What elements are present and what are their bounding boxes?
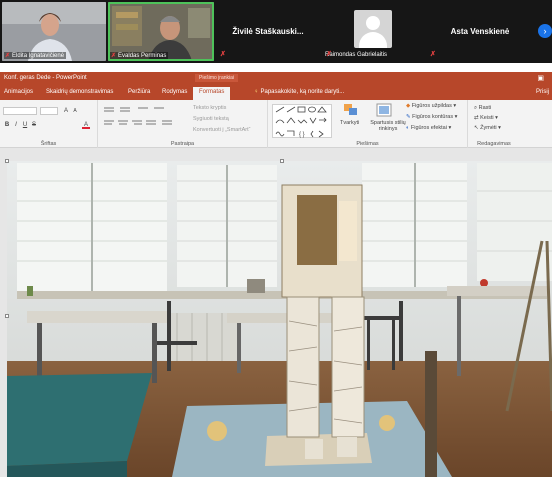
lightbulb-icon: ♀	[254, 89, 259, 95]
chevron-right-icon: ›	[543, 26, 547, 36]
slide-photo-classroom[interactable]	[7, 161, 552, 477]
shape-effects-button[interactable]: ◐ Figūros efektai ▾	[406, 125, 451, 131]
svg-text:{ }: { }	[299, 132, 305, 138]
participant-tile-2[interactable]: ✗ Evaldas Perminas	[108, 2, 214, 61]
participant-tile-5[interactable]: Asta Venskienė	[428, 2, 532, 61]
strikethrough-icon[interactable]: S	[30, 121, 38, 129]
tell-me-search[interactable]: ♀ Papasakokite, ką norite daryti...	[254, 89, 344, 95]
mic-muted-icon: ✗	[326, 51, 332, 58]
replace-button[interactable]: ⇄ Keisti ▾	[474, 115, 498, 121]
convert-smartart-button[interactable]: Konvertuoti į „SmartArt“	[193, 127, 250, 133]
tab-view[interactable]: Rodymas	[162, 89, 187, 95]
video-call-strip: ✗ Eldita Ignatavičienė ✗ Evaldas Perminas …	[0, 0, 552, 63]
ribbon-group-label: Šriftas	[40, 141, 57, 147]
find-button[interactable]: ⌕ Rasti	[474, 105, 491, 112]
ribbon-tabs: Animacijos Skaidrių demonstravimas Perži…	[0, 86, 552, 100]
pen-icon: ✎	[406, 114, 411, 120]
search-icon: ⌕	[474, 105, 478, 111]
mic-muted-icon: ✗	[5, 53, 11, 59]
list-buttons-icon[interactable]	[102, 105, 182, 137]
dropdown-icon: ▾	[454, 114, 458, 120]
italic-icon[interactable]: I	[12, 121, 20, 129]
font-size-field[interactable]	[40, 107, 58, 115]
tab-animations[interactable]: Animacijos	[4, 89, 33, 95]
underline-icon[interactable]: U	[21, 121, 29, 129]
font-grow-icon[interactable]: A	[62, 107, 70, 115]
mic-muted-icon: ✗	[220, 51, 226, 58]
user-avatar-icon	[354, 10, 392, 48]
ribbon-group-label: Piešimas	[356, 141, 379, 147]
shapes-gallery[interactable]: { }	[272, 104, 332, 138]
ribbon-group-label: Pastraipa	[170, 141, 195, 147]
paint-bucket-icon: ◆	[406, 103, 411, 109]
tab-slideshow[interactable]: Skaidrių demonstravimas	[46, 89, 113, 95]
effects-icon: ◐	[406, 125, 410, 131]
powerpoint-titlebar: Konf. geras Dede - PowerPoint Piešimo įr…	[0, 72, 552, 86]
quick-styles-icon[interactable]	[376, 103, 392, 117]
shape-outline-button[interactable]: ✎ Figūros kontūras ▾	[406, 114, 457, 120]
window-title: Konf. geras Dede - PowerPoint	[4, 75, 87, 81]
classroom-sculpture-image	[7, 161, 552, 477]
sign-in-link[interactable]: Prisij	[536, 89, 549, 95]
font-color-icon[interactable]: A	[82, 121, 90, 129]
mic-muted-icon: ✗	[430, 51, 436, 58]
slide-editing-area[interactable]	[0, 148, 552, 477]
ribbon-group-paragraph: Teksto kryptis Sygiuoti tekstą Konvertuo…	[98, 100, 268, 148]
tab-format[interactable]: Formatas	[193, 87, 231, 100]
cursor-icon: ↖	[474, 125, 479, 131]
dropdown-icon: ▾	[498, 125, 501, 131]
align-text-button[interactable]: Sygiuoti tekstą	[193, 116, 229, 122]
resize-handle-middle-left[interactable]	[5, 314, 9, 318]
participant-tile-3[interactable]: Živilė Staškauski...	[216, 2, 320, 61]
contextual-tab-header: Piešimo įrankiai	[195, 74, 239, 82]
restore-window-icon[interactable]: ▣	[537, 74, 544, 82]
participant-name-1: ✗ Eldita Ignatavičienė	[4, 52, 67, 59]
participant-name-2: ✗ Evaldas Perminas	[110, 52, 169, 59]
ribbon-body: A A B I U S A Šriftas Teksto kryptis Syg…	[0, 100, 552, 148]
replace-icon: ⇄	[474, 115, 479, 121]
participant-name-3: Živilė Staškauski...	[232, 27, 304, 36]
participant-tile-1[interactable]: ✗ Eldita Ignatavičienė	[2, 2, 106, 61]
next-participants-button[interactable]: ›	[538, 24, 552, 38]
dropdown-icon: ▾	[448, 125, 452, 131]
bold-icon[interactable]: B	[3, 121, 11, 129]
font-name-field[interactable]	[3, 107, 37, 115]
participant-name-5: Asta Venskienė	[450, 27, 510, 36]
arrange-icon[interactable]	[343, 103, 359, 117]
select-button[interactable]: ↖ Žymėti ▾	[474, 125, 501, 131]
mic-muted-icon: ✗	[111, 53, 117, 59]
text-direction-button[interactable]: Teksto kryptis	[193, 105, 226, 111]
tab-review[interactable]: Peržiūra	[128, 89, 150, 95]
shape-fill-button[interactable]: ◆ Figūros užpildas ▾	[406, 103, 456, 109]
font-shrink-icon[interactable]: A	[71, 107, 79, 115]
ribbon-group-font: A A B I U S A Šriftas	[0, 100, 98, 148]
participant-name-4: Raimondas Gabrielaitis	[325, 52, 388, 58]
resize-handle-top-center[interactable]	[280, 159, 284, 163]
dropdown-icon: ▾	[495, 115, 498, 121]
quick-styles-button[interactable]: Spartusis stilių rinkinys	[366, 120, 410, 132]
dropdown-icon: ▾	[453, 103, 457, 109]
shapes-gallery-icon: { }	[275, 106, 327, 138]
ribbon-group-label: Redagavimas	[477, 141, 511, 147]
resize-handle-top-left[interactable]	[5, 159, 9, 163]
arrange-button[interactable]: Tvarkyti	[340, 120, 359, 126]
